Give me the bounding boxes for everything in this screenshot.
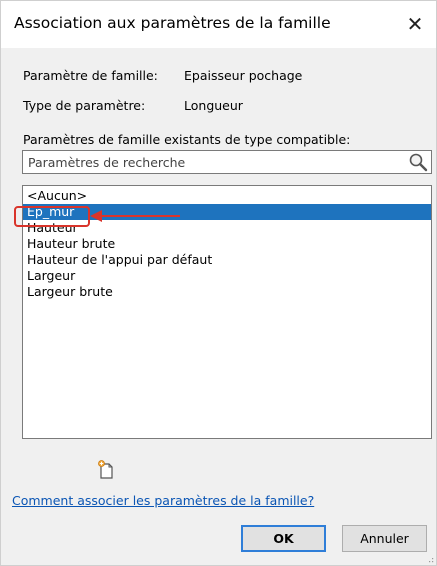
family-parameter-dialog: Association aux paramètres de la famille… (0, 0, 437, 566)
title-bar: Association aux paramètres de la famille… (1, 1, 436, 48)
search-box (22, 150, 432, 174)
list-item[interactable]: Hauteur de l'appui par défaut (23, 252, 431, 268)
parameter-type-label: Type de paramètre: (23, 98, 146, 113)
list-item[interactable]: Largeur (23, 268, 431, 284)
list-item[interactable]: <Aucun> (23, 188, 431, 204)
list-item[interactable]: Hauteur brute (23, 236, 431, 252)
list-item[interactable]: Largeur brute (23, 284, 431, 300)
search-icon[interactable] (407, 152, 429, 172)
dialog-title: Association aux paramètres de la famille (14, 14, 331, 32)
annotation-arrow-icon (90, 210, 180, 222)
close-icon[interactable]: ✕ (400, 10, 430, 38)
ok-button[interactable]: OK (241, 525, 326, 552)
cancel-button[interactable]: Annuler (342, 525, 427, 552)
family-parameter-value: Epaisseur pochage (184, 68, 303, 83)
resize-grip-icon[interactable] (426, 555, 434, 563)
new-parameter-icon[interactable] (97, 459, 115, 479)
parameter-type-value: Longueur (184, 98, 243, 113)
family-parameter-label: Paramètre de famille: (23, 68, 158, 83)
help-link[interactable]: Comment associer les paramètres de la fa… (12, 493, 314, 508)
compatible-parameters-label: Paramètres de famille existants de type … (23, 132, 351, 147)
annotation-highlight-box (14, 206, 90, 227)
search-input[interactable] (23, 151, 408, 173)
